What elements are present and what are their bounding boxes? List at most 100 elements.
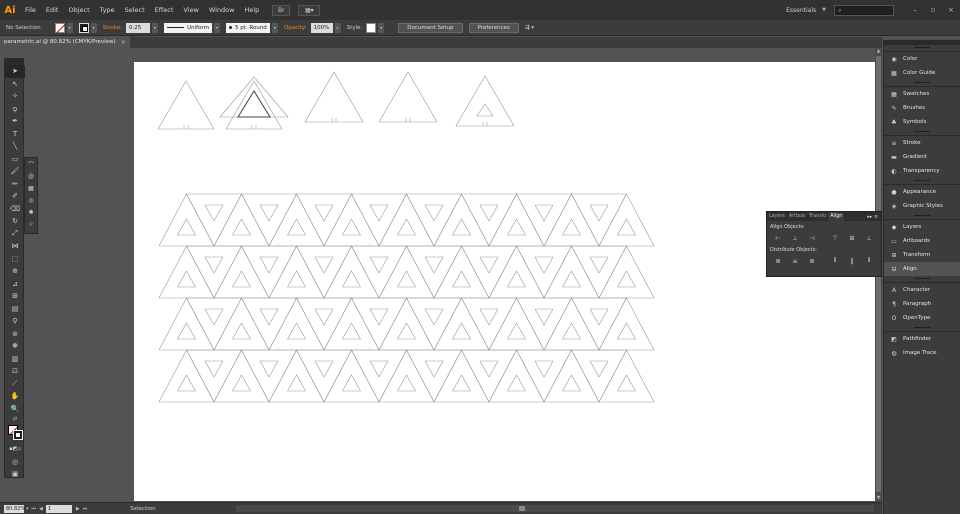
close-tab-icon[interactable]: × (121, 37, 126, 48)
triangle-shape[interactable] (476, 103, 494, 117)
triangle-shape[interactable] (571, 297, 627, 351)
triangle-shape[interactable] (461, 349, 517, 403)
triangle-shape[interactable] (451, 270, 472, 288)
menu-view[interactable]: View (178, 6, 203, 14)
star-tool-icon[interactable]: ☆ (25, 218, 37, 230)
triangle-shape[interactable] (176, 374, 197, 392)
scroll-down-icon[interactable]: ▼ (875, 495, 882, 502)
lasso-tool-icon[interactable]: ϙ (5, 103, 25, 116)
triangle-shape[interactable] (231, 218, 252, 236)
triangle-shape[interactable] (268, 349, 325, 403)
triangle-shape[interactable] (424, 256, 444, 274)
triangle-shape[interactable] (516, 297, 572, 351)
next-artboard-icon[interactable]: ▶ (76, 506, 80, 512)
zoom-field[interactable]: 80.82% (4, 504, 25, 513)
stroke-weight-field[interactable]: 0.25 pt (125, 22, 150, 41)
triangle-shape[interactable] (396, 374, 417, 392)
triangle-shape[interactable] (479, 360, 499, 378)
triangle-shape[interactable] (396, 218, 417, 236)
triangle-shape[interactable] (213, 193, 270, 247)
triangle-shape[interactable] (176, 270, 197, 288)
triangle-shape[interactable] (406, 349, 462, 403)
triangle-shape[interactable] (323, 297, 380, 351)
triangle-shape[interactable] (433, 193, 490, 247)
blend-tool-icon[interactable]: ⊚ (5, 328, 25, 341)
triangle-shape[interactable] (369, 308, 389, 326)
eraser-tool-icon[interactable]: ⌫ (5, 203, 25, 216)
opacity-field[interactable]: 100% (310, 22, 333, 33)
rectangle-tool-icon[interactable]: ▭ (5, 153, 25, 166)
mesh-tool-icon[interactable]: ⊞ (5, 290, 25, 303)
menu-effect[interactable]: Effect (150, 6, 179, 14)
triangle-shape[interactable] (406, 193, 462, 247)
triangle-shape[interactable] (479, 256, 499, 274)
line-tool-icon[interactable]: ╲ (5, 140, 25, 153)
horizontal-scrollbar[interactable] (236, 505, 874, 512)
variable-width-profile[interactable]: Uniform (163, 22, 212, 33)
triangle-shape[interactable] (543, 193, 600, 247)
triangle-shape[interactable] (516, 349, 572, 403)
column-graph-tool-icon[interactable]: ▥ (5, 353, 25, 366)
triangle-shape[interactable] (406, 297, 462, 351)
workspace-switcher[interactable]: Essentials (786, 7, 816, 14)
fill-swatch[interactable] (54, 22, 65, 33)
last-artboard-icon[interactable]: ⏭ (83, 506, 88, 512)
tab-transfo[interactable]: Transfo (807, 214, 828, 219)
triangle-shape[interactable] (598, 245, 655, 299)
stroke-dropdown[interactable]: ▾ (90, 22, 97, 33)
dock-group-separator[interactable] (884, 45, 960, 52)
triangle-shape[interactable] (304, 71, 364, 123)
triangle-shape[interactable] (296, 193, 352, 247)
color-mode-icons[interactable]: ▪◩▫ (5, 443, 25, 456)
horizontal-distribute-center-icon[interactable]: ‖ (847, 257, 857, 266)
rectangular-grid-tool-icon[interactable]: ▦ (25, 182, 37, 194)
triangle-shape[interactable] (296, 297, 352, 351)
dock-item-color-guide[interactable]: ▦ Color Guide (884, 66, 960, 80)
triangle-shape[interactable] (259, 360, 279, 378)
triangle-shape[interactable] (461, 193, 517, 247)
triangle-shape[interactable] (213, 245, 270, 299)
vertical-distribute-bottom-icon[interactable]: ≣ (807, 257, 817, 266)
dock-item-opentype[interactable]: O OpenType (884, 311, 960, 325)
dock-item-align[interactable]: ⊟ Align (884, 262, 960, 276)
horizontal-align-center-icon[interactable]: ⊥ (790, 234, 800, 243)
selection-tool-icon[interactable]: ➤ (5, 65, 25, 78)
previous-artboard-icon[interactable]: ◀ (39, 506, 43, 512)
triangle-shape[interactable] (506, 322, 527, 340)
current-tool-status[interactable]: Selection (130, 506, 155, 512)
triangle-shape[interactable] (396, 270, 417, 288)
spiral-tool-icon[interactable]: @ (25, 170, 37, 182)
triangle-shape[interactable] (158, 349, 215, 403)
pencil-tool-icon[interactable]: ✏ (5, 178, 25, 191)
dock-item-paragraph[interactable]: ¶ Paragraph (884, 297, 960, 311)
paintbrush-tool-icon[interactable]: 🖌 (5, 165, 25, 178)
triangle-shape[interactable] (455, 75, 515, 127)
triangle-shape[interactable] (158, 245, 215, 299)
stroke-indicator[interactable] (13, 430, 23, 440)
triangle-shape[interactable] (488, 297, 545, 351)
dock-item-graphic-styles[interactable]: ◈ Graphic Styles (884, 199, 960, 213)
triangle-shape[interactable] (241, 349, 297, 403)
swap-fill-stroke-icon[interactable]: ⇄ (5, 415, 25, 423)
fill-dropdown[interactable]: ▾ (66, 22, 73, 33)
triangle-shape[interactable] (589, 360, 609, 378)
gradient-tool-icon[interactable]: ▤ (5, 303, 25, 316)
arrange-documents-button[interactable]: ▦▾ (298, 4, 321, 16)
triangle-shape[interactable] (378, 193, 435, 247)
zoom-tool-icon[interactable]: 🔍 (5, 403, 25, 416)
menu-type[interactable]: Type (95, 6, 120, 14)
triangle-shape[interactable] (176, 322, 197, 340)
dock-item-character[interactable]: A Character (884, 283, 960, 297)
menu-edit[interactable]: Edit (41, 6, 64, 14)
magic-wand-tool-icon[interactable]: ✧ (5, 90, 25, 103)
symbol-sprayer-tool-icon[interactable]: ❃ (5, 340, 25, 353)
triangle-shape[interactable] (341, 270, 362, 288)
menu-help[interactable]: Help (239, 6, 264, 14)
dock-item-transform[interactable]: ⊞ Transform (884, 248, 960, 262)
menu-window[interactable]: Window (204, 6, 240, 14)
triangle-shape[interactable] (341, 218, 362, 236)
vertical-align-center-icon[interactable]: ⊞ (847, 234, 857, 243)
horizontal-scroll-thumb[interactable] (519, 506, 525, 511)
vertical-distribute-center-icon[interactable]: ≡ (790, 257, 800, 266)
triangle-shape[interactable] (341, 322, 362, 340)
